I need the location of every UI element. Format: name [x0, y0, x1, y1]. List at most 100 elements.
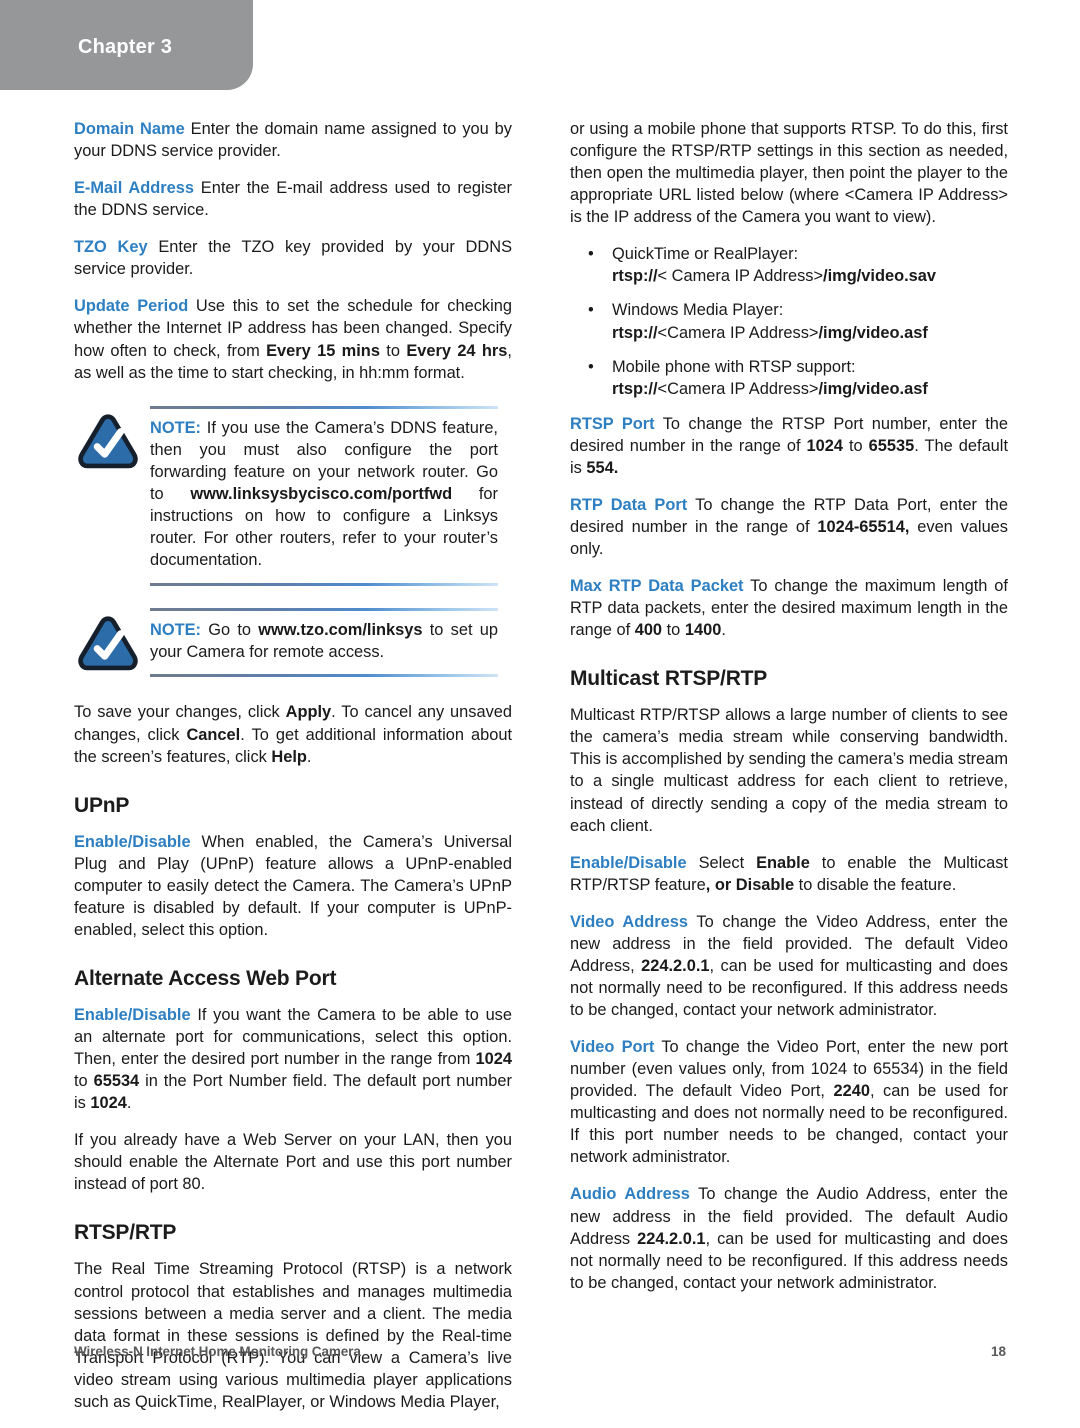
paragraph-rtsp-description: The Real Time Streaming Protocol (RTSP) …: [74, 1260, 512, 1411]
paragraph-rtsp-intro: or using a mobile phone that supports RT…: [570, 120, 1008, 227]
paragraph-web-server-lan: If you already have a Web Server on your…: [74, 1131, 512, 1194]
text-apply-4: .: [306, 747, 312, 766]
bold-port-1024: 1024: [475, 1050, 512, 1069]
footer-title: Wireless-N Internet Home Monitoring Came…: [74, 1344, 361, 1359]
page-footer: Wireless-N Internet Home Monitoring Came…: [74, 1344, 1006, 1359]
paragraph-tzo-key: TZO Key Enter the TZO key provided by yo…: [74, 236, 512, 280]
bullet-icon: •: [588, 245, 594, 264]
list-item: • Windows Media Player: rtsp://<Camera I…: [570, 299, 1008, 343]
bullet-label: Windows Media Player:: [612, 301, 784, 320]
text-alternate-2: to: [74, 1072, 94, 1091]
bold-or-disable: , or Disable: [705, 875, 795, 894]
bold-1400: 1400: [684, 621, 722, 640]
bold-range-1024-65514: 1024-65514,: [817, 517, 910, 536]
bold-port-65534: 65534: [93, 1072, 140, 1091]
note-paragraph: NOTE: If you use the Camera’s DDNS featu…: [150, 418, 498, 572]
text-alternate-4: .: [126, 1094, 132, 1113]
paragraph-multicast-enable-disable: Enable/Disable Select Enable to enable t…: [570, 852, 1008, 896]
chapter-header-band: Chapter 3: [0, 0, 253, 90]
url-scheme: rtsp://: [612, 379, 658, 398]
bold-audio-default-address: 224.2.0.1: [637, 1229, 706, 1248]
text-enable-1: Select: [686, 853, 757, 872]
bold-enable: Enable: [756, 853, 810, 872]
chapter-label: Chapter 3: [78, 36, 173, 58]
note-link-tzo: www.tzo.com/linksys: [258, 620, 423, 639]
note-label: NOTE:: [150, 418, 201, 437]
term-video-port: Video Port: [570, 1038, 655, 1057]
text-rtsp-port-2: to: [842, 436, 869, 455]
note-check-icon: [78, 615, 138, 672]
bold-default-554: 554.: [586, 458, 619, 477]
bold-apply: Apply: [285, 703, 332, 722]
term-email-address: E-Mail Address: [74, 179, 195, 198]
term-rtp-data-port: RTP Data Port: [570, 495, 688, 514]
paragraph-video-address: Video Address To change the Video Addres…: [570, 911, 1008, 1021]
url-path: /img/video.asf: [818, 379, 928, 398]
note-check-icon: [78, 413, 138, 470]
paragraph-apply-cancel-help: To save your changes, click Apply. To ca…: [74, 701, 512, 767]
paragraph-upnp-enable-disable: Enable/Disable When enabled, the Camera’…: [74, 831, 512, 941]
paragraph-max-rtp-data-packet: Max RTP Data Packet To change the maximu…: [570, 575, 1008, 641]
text-max-rtp-2: to: [662, 621, 685, 640]
bullet-icon: •: [588, 301, 594, 320]
bullet-label: Mobile phone with RTSP support:: [612, 357, 856, 376]
heading-alternate-access-web-port: Alternate Access Web Port: [74, 966, 337, 990]
note-rule-bottom: [150, 674, 498, 678]
left-column: Domain Name Enter the domain name assign…: [74, 118, 512, 1428]
bold-every-15-mins: Every 15 mins: [266, 341, 380, 360]
paragraph-multicast-description: Multicast RTP/RTSP allows a large number…: [570, 706, 1008, 835]
paragraph-domain-name: Domain Name Enter the domain name assign…: [74, 118, 512, 162]
bullet-url: rtsp://< Camera IP Address>/img/video.sa…: [612, 265, 1008, 287]
heading-multicast-rtsp-rtp: Multicast RTSP/RTP: [570, 667, 768, 691]
note-label: NOTE:: [150, 620, 201, 639]
paragraph-audio-address: Audio Address To change the Audio Addres…: [570, 1183, 1008, 1293]
term-enable-disable: Enable/Disable: [74, 832, 191, 851]
right-column: or using a mobile phone that supports RT…: [570, 118, 1008, 1309]
paragraph-update-period: Update Period Use this to set the schedu…: [74, 295, 512, 383]
term-enable-disable: Enable/Disable: [74, 1005, 191, 1024]
term-enable-disable: Enable/Disable: [570, 853, 687, 872]
text-apply-1: To save your changes, click: [74, 703, 286, 722]
bold-cancel: Cancel: [186, 725, 241, 744]
term-audio-address: Audio Address: [570, 1185, 690, 1204]
paragraph-rtsp-port: RTSP Port To change the RTSP Port number…: [570, 413, 1008, 479]
heading-rtsp-rtp: RTSP/RTP: [74, 1221, 177, 1245]
url-placeholder: <Camera IP Address>: [657, 379, 819, 398]
note-rule-bottom: [150, 582, 498, 586]
url-path: /img/video.sav: [823, 267, 937, 286]
note-paragraph: NOTE: Go to www.tzo.com/linksys to set u…: [150, 620, 498, 664]
bold-1024: 1024: [806, 436, 843, 455]
term-max-rtp-data-packet: Max RTP Data Packet: [570, 577, 744, 596]
note-link-portfwd: www.linksysbycisco.com/portfwd: [190, 484, 453, 503]
text-enable-3: to disable the feature.: [794, 875, 957, 894]
term-rtsp-port: RTSP Port: [570, 414, 655, 433]
text-alternate-3: in the Port Number field. The default po…: [74, 1072, 512, 1113]
bold-video-default-address: 224.2.0.1: [641, 956, 710, 975]
bullet-url: rtsp://<Camera IP Address>/img/video.asf: [612, 322, 1008, 344]
document-page: Chapter 3 Domain Name Enter the domain n…: [0, 0, 1080, 1411]
bold-400: 400: [634, 621, 663, 640]
note-callout-ddns: NOTE: If you use the Camera’s DDNS featu…: [74, 405, 512, 586]
text-max-rtp-3: .: [721, 621, 726, 640]
bullet-label: QuickTime or RealPlayer:: [612, 245, 799, 264]
note-callout-tzo: NOTE: Go to www.tzo.com/linksys to set u…: [74, 607, 512, 678]
url-scheme: rtsp://: [612, 267, 658, 286]
list-item: • Mobile phone with RTSP support: rtsp:/…: [570, 356, 1008, 400]
url-placeholder: <Camera IP Address>: [657, 323, 819, 342]
note-body: NOTE: If you use the Camera’s DDNS featu…: [150, 409, 498, 580]
bold-65535: 65535: [868, 436, 915, 455]
paragraph-video-port: Video Port To change the Video Port, ent…: [570, 1036, 1008, 1168]
text-update-period-2: to: [379, 341, 407, 360]
term-tzo-key: TZO Key: [74, 238, 148, 257]
term-video-address: Video Address: [570, 912, 689, 931]
list-item: • QuickTime or RealPlayer: rtsp://< Came…: [570, 243, 1008, 287]
bullet-icon: •: [588, 357, 594, 376]
bullet-url: rtsp://<Camera IP Address>/img/video.asf: [612, 378, 1008, 400]
url-path: /img/video.asf: [818, 323, 928, 342]
term-update-period: Update Period: [74, 297, 189, 316]
footer-page-number: 18: [990, 1344, 1006, 1359]
bold-video-default-port: 2240: [833, 1082, 870, 1101]
rtsp-url-list: • QuickTime or RealPlayer: rtsp://< Came…: [570, 243, 1008, 399]
note-text-1: Go to: [201, 620, 259, 639]
note-body: NOTE: Go to www.tzo.com/linksys to set u…: [150, 611, 498, 672]
